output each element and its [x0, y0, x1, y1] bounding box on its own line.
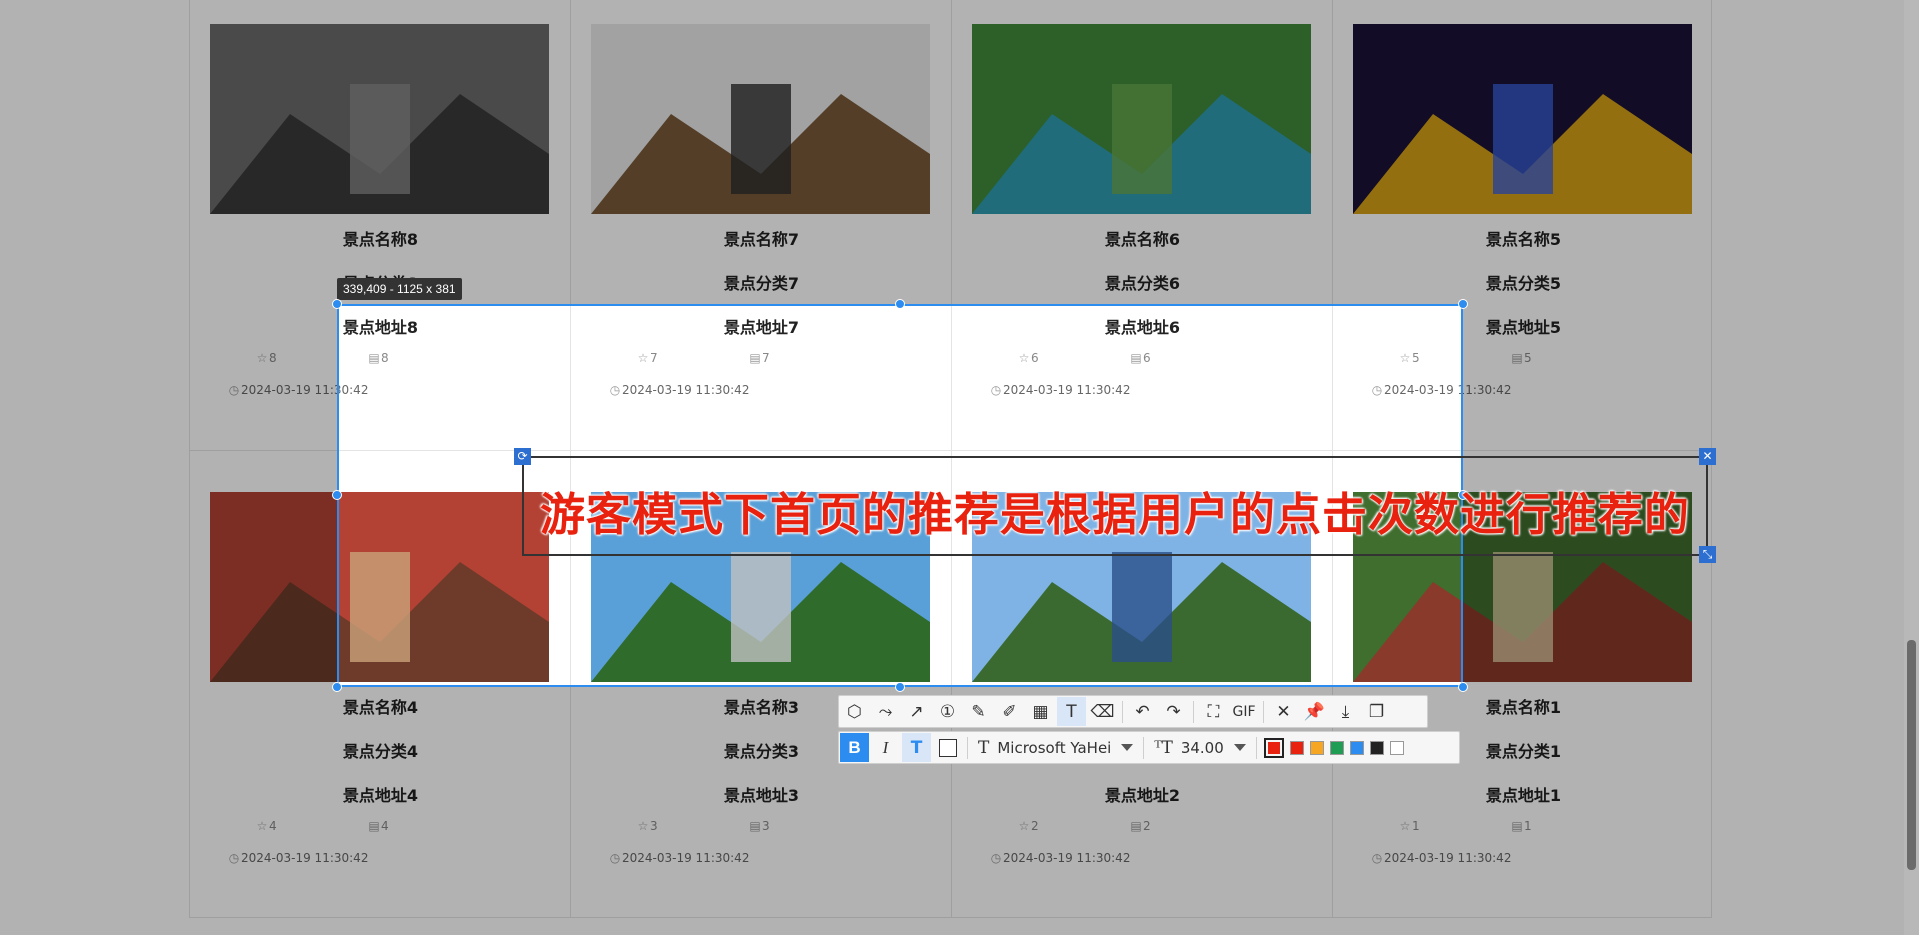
close-icon[interactable]: ✕: [1699, 448, 1716, 465]
toolbar-divider: [1255, 736, 1257, 759]
resize-handle-left[interactable]: [332, 490, 342, 500]
toolbar-divider: [1122, 700, 1123, 723]
shape-tool-icon[interactable]: ⬡: [840, 697, 869, 726]
text-outline-button[interactable]: T: [902, 733, 931, 762]
text-background-button[interactable]: [933, 733, 962, 762]
page-scrollbar[interactable]: [1904, 0, 1919, 935]
toolbar-divider: [1263, 700, 1264, 723]
italic-button[interactable]: I: [871, 733, 900, 762]
scrollbar-thumb[interactable]: [1907, 640, 1916, 870]
toolbar-divider: [967, 736, 968, 759]
polyline-tool-icon[interactable]: ⤳: [871, 697, 900, 726]
chevron-down-icon: [1121, 744, 1134, 751]
color-palette: [1287, 740, 1407, 755]
eraser-tool-icon[interactable]: ⌫: [1088, 697, 1117, 726]
arrow-tool-icon[interactable]: ↗: [902, 697, 931, 726]
dim-overlay-top: [0, 0, 1904, 304]
color-swatch[interactable]: [1349, 740, 1364, 755]
toolbar-divider: [1143, 736, 1145, 759]
font-family-value: Microsoft YaHei: [997, 738, 1112, 757]
undo-icon[interactable]: ↶: [1128, 697, 1157, 726]
font-size-value: 34.00: [1180, 738, 1224, 757]
font-size-icon: ᵀT: [1154, 737, 1173, 758]
resize-corner-icon[interactable]: ⤡: [1699, 546, 1716, 563]
resize-handle-top-right[interactable]: [1458, 299, 1468, 309]
redo-icon[interactable]: ↷: [1159, 697, 1188, 726]
chevron-down-icon: [1233, 744, 1246, 751]
color-swatch[interactable]: [1369, 740, 1384, 755]
save-download-icon[interactable]: ⤓: [1331, 697, 1360, 726]
color-swatch[interactable]: [1389, 740, 1404, 755]
bold-button[interactable]: B: [840, 733, 869, 762]
resize-handle-top-left[interactable]: [332, 299, 342, 309]
color-swatch[interactable]: [1289, 740, 1304, 755]
page: 景点名称8 景点分类8 景点地址8 ☆8 ▤8 ◷2024-03-19 11:3…: [0, 0, 1919, 935]
font-icon: T: [978, 737, 990, 758]
color-swatch[interactable]: [1329, 740, 1344, 755]
text-format-toolbar: B I T T Microsoft YaHei ᵀT 34.00: [838, 731, 1460, 764]
pencil-tool-icon[interactable]: ✎: [964, 697, 993, 726]
color-swatch[interactable]: [1309, 740, 1324, 755]
annotation-toolbar: ⬡ ⤳ ↗ ① ✎ ✐ ▦ T ⌫ ↶ ↷ ⛶ GIF ✕ 📌 ⤓ ❐: [838, 695, 1428, 728]
highlighter-tool-icon[interactable]: ✐: [995, 697, 1024, 726]
selection-size-tooltip: 339,409 - 1125 x 381: [337, 278, 462, 300]
resize-handle-bottom-left[interactable]: [332, 682, 342, 692]
resize-handle-bottom[interactable]: [895, 682, 905, 692]
scroll-capture-icon[interactable]: ⛶: [1199, 697, 1228, 726]
gif-record-button[interactable]: GIF: [1229, 704, 1259, 720]
selected-color-swatch[interactable]: [1263, 737, 1284, 758]
resize-handle-top[interactable]: [895, 299, 905, 309]
copy-icon[interactable]: ❐: [1362, 697, 1391, 726]
rotate-icon[interactable]: ⟳: [514, 448, 531, 465]
text-annotation[interactable]: 游客模式下首页的推荐是根据用户的点击次数进行推荐的: [540, 478, 1690, 543]
toolbar-divider: [1193, 700, 1194, 723]
cancel-icon[interactable]: ✕: [1269, 697, 1298, 726]
font-size-select[interactable]: ᵀT 34.00: [1148, 738, 1251, 758]
resize-handle-bottom-right[interactable]: [1458, 682, 1468, 692]
text-tool-icon[interactable]: T: [1057, 697, 1086, 726]
dim-overlay-left: [0, 304, 337, 687]
font-family-select[interactable]: T Microsoft YaHei: [972, 738, 1139, 758]
number-marker-icon[interactable]: ①: [933, 697, 962, 726]
pin-icon[interactable]: 📌: [1300, 697, 1329, 726]
mosaic-tool-icon[interactable]: ▦: [1026, 697, 1055, 726]
